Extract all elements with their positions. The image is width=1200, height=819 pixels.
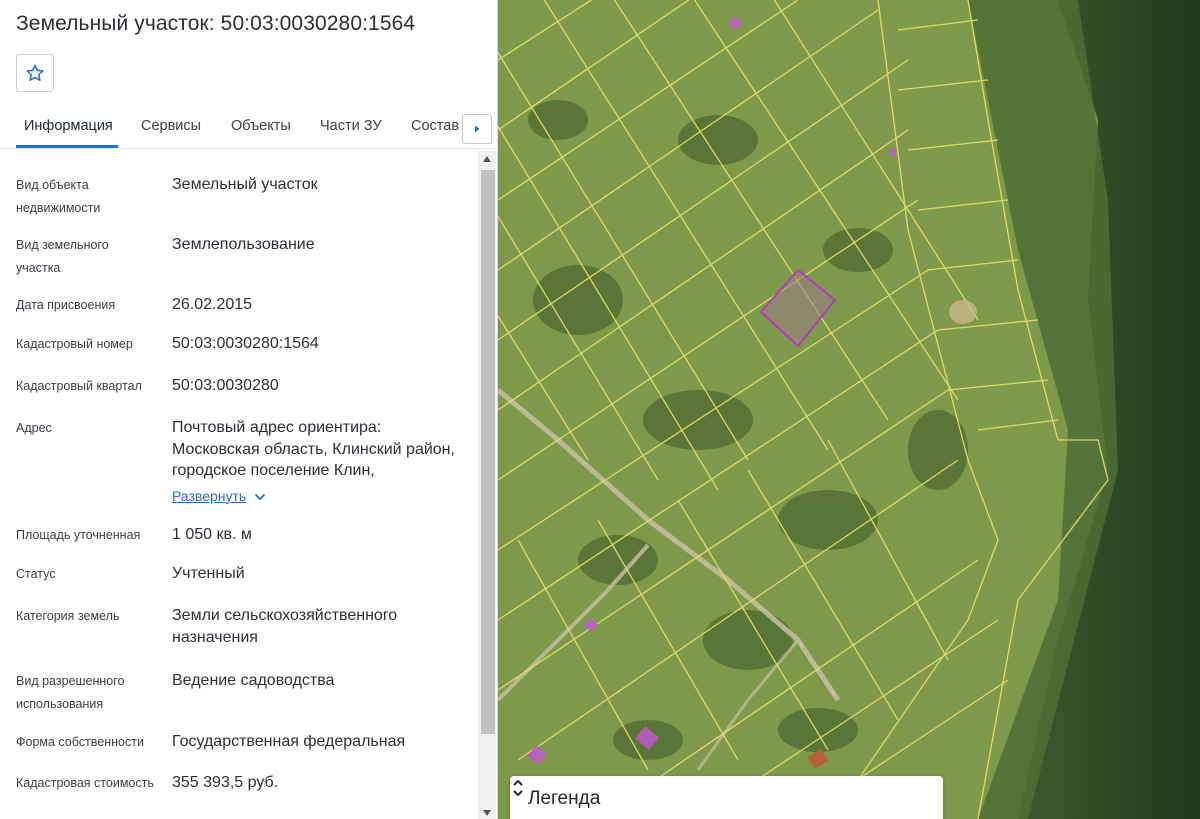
info-value: 355 393,5 руб. xyxy=(172,774,279,791)
info-value: 50:03:0030280:1564 xyxy=(172,335,319,352)
star-outline-icon xyxy=(26,64,44,81)
info-list: Вид объекта недвижимости Земельный участ… xyxy=(0,150,478,819)
scroll-down-button[interactable] xyxy=(478,806,496,819)
scrollbar-thumb[interactable] xyxy=(481,170,495,734)
favorite-button[interactable] xyxy=(16,54,54,92)
info-label: Адрес xyxy=(16,421,52,435)
info-value: 50:03:0030280 xyxy=(172,377,279,394)
info-value: Земельный участок xyxy=(172,176,318,193)
info-label: Вид земельного участка xyxy=(16,238,109,275)
info-label: Кадастровый квартал xyxy=(16,379,142,393)
tab-objects[interactable]: Объекты xyxy=(231,106,291,148)
triangle-up-icon xyxy=(483,156,491,162)
info-value: 1 050 кв. м xyxy=(172,526,252,543)
address-text: Почтовый адрес ориентира: Московская обл… xyxy=(172,419,455,479)
tab-composition[interactable]: Состав xyxy=(411,106,459,148)
info-value: Государственная федеральная xyxy=(172,733,406,750)
info-label: Площадь уточненная xyxy=(16,528,141,542)
chevron-up-down-icon[interactable] xyxy=(510,776,526,800)
scroll-up-button[interactable] xyxy=(478,150,496,168)
tab-information[interactable]: Информация xyxy=(24,106,113,148)
active-tab-indicator xyxy=(16,145,118,148)
info-label: Кадастровый номер xyxy=(16,337,133,351)
tabs-scroll-right-button[interactable] xyxy=(462,114,492,144)
satellite-map[interactable] xyxy=(498,0,1200,819)
page-title: Земельный участок: 50:03:0030280:1564 xyxy=(16,12,416,35)
expand-label: Развернуть xyxy=(172,487,247,504)
info-value: Ведение садоводства xyxy=(172,672,335,689)
info-label: Категория земель xyxy=(16,609,120,623)
tab-services[interactable]: Сервисы xyxy=(141,106,201,148)
expand-address-link[interactable]: Развернуть xyxy=(172,486,266,508)
info-label: Кадастровая стоимость xyxy=(16,776,154,790)
tab-bar: Информация Сервисы Объекты Части ЗУ Сост… xyxy=(0,106,497,149)
map-view[interactable]: Легенда xyxy=(498,0,1200,819)
info-label: Вид разрешенного использования xyxy=(16,674,125,711)
caret-right-icon xyxy=(475,125,480,133)
info-value-container: Почтовый адрес ориентира: Московская обл… xyxy=(172,417,462,507)
info-label: Форма собственности xyxy=(16,735,144,749)
triangle-down-icon xyxy=(483,809,491,816)
info-value: Земли сельскохозяйственного назначения xyxy=(172,607,398,646)
info-value: Землепользование xyxy=(172,236,315,253)
info-label: Статус xyxy=(16,567,56,581)
info-value: Учтенный xyxy=(172,565,245,582)
info-label: Вид объекта недвижимости xyxy=(16,178,101,215)
legend-title: Легенда xyxy=(528,788,601,809)
chevron-down-icon xyxy=(255,493,266,501)
legend-panel[interactable]: Легенда xyxy=(510,776,943,819)
info-panel: Земельный участок: 50:03:0030280:1564 Ин… xyxy=(0,0,498,819)
info-value: 26.02.2015 xyxy=(172,296,253,313)
info-label: Дата присвоения xyxy=(16,298,116,312)
bare-ground-patch xyxy=(949,300,977,324)
tab-parcel-parts[interactable]: Части ЗУ xyxy=(320,106,382,148)
